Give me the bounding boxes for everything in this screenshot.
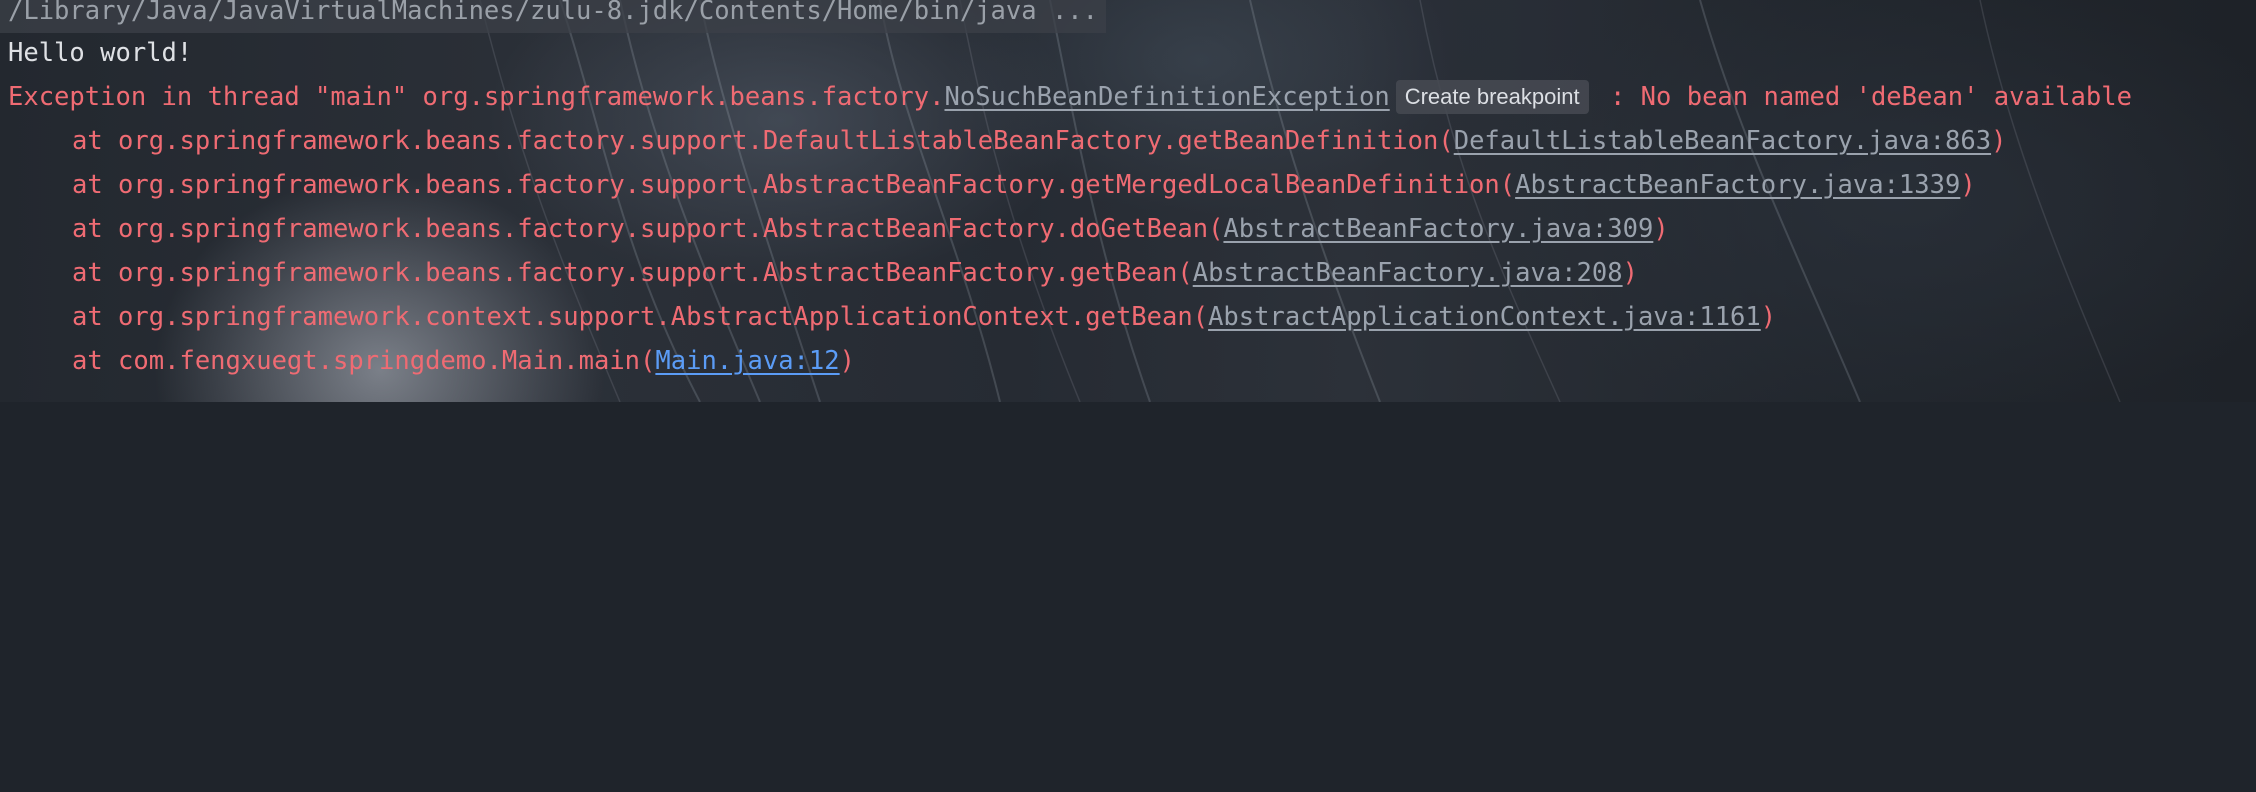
stack-frame-link[interactable]: AbstractBeanFactory.java:208 [1193, 251, 1623, 295]
exception-message: : No bean named 'deBean' available [1594, 82, 2132, 112]
stack-frame: at org.springframework.beans.factory.sup… [8, 163, 1976, 207]
console-output: /Library/Java/JavaVirtualMachines/zulu-8… [0, 0, 2256, 402]
stack-frame: at org.springframework.beans.factory.sup… [8, 251, 1638, 295]
stack-frame-close: ) [1991, 126, 2007, 156]
stack-frame-text: at com.fengxuegt.springdemo.Main.main( [72, 346, 656, 376]
stack-frame-text: at org.springframework.beans.factory.sup… [72, 214, 1224, 244]
command-line[interactable]: /Library/Java/JavaVirtualMachines/zulu-8… [0, 0, 1107, 33]
stack-frame: at org.springframework.beans.factory.sup… [8, 207, 1669, 251]
exception-prefix: Exception in thread "main" org.springfra… [8, 82, 945, 112]
stack-frame-user-link[interactable]: Main.java:12 [655, 339, 839, 383]
stack-frame-close: ) [1622, 258, 1638, 288]
stack-frame-link[interactable]: DefaultListableBeanFactory.java:863 [1454, 119, 1991, 163]
stack-frame-close: ) [1653, 214, 1669, 244]
stack-frame-text: at org.springframework.context.support.A… [72, 302, 1209, 332]
stack-frame-close: ) [1760, 302, 1777, 332]
create-breakpoint-hint[interactable]: Create breakpoint [1395, 80, 1589, 114]
stack-frame-text: at org.springframework.beans.factory.sup… [72, 126, 1454, 156]
stack-frame-link[interactable]: AbstractApplicationContext.java:1161 [1208, 295, 1761, 339]
command-text: /Library/Java/JavaVirtualMachines/zulu-8… [8, 0, 1099, 26]
stack-frame-text: at org.springframework.beans.factory.sup… [72, 258, 1193, 288]
exception-class-link[interactable]: NoSuchBeanDefinitionException [945, 75, 1390, 119]
stack-frame-close: ) [1960, 170, 1976, 200]
stack-frame: at com.fengxuegt.springdemo.Main.main(Ma… [8, 339, 855, 383]
output-line: Hello world! [8, 31, 192, 75]
stack-frame: at org.springframework.beans.factory.sup… [8, 119, 2006, 163]
stack-frame-link[interactable]: AbstractBeanFactory.java:1339 [1515, 163, 1960, 207]
output-text: Hello world! [8, 38, 193, 68]
stack-frame: at org.springframework.context.support.A… [8, 295, 1776, 339]
stack-frame-text: at org.springframework.beans.factory.sup… [72, 170, 1516, 200]
exception-line: Exception in thread "main" org.springfra… [8, 75, 2132, 119]
stack-frame-link[interactable]: AbstractBeanFactory.java:309 [1223, 207, 1653, 251]
stack-frame-close: ) [839, 346, 855, 376]
